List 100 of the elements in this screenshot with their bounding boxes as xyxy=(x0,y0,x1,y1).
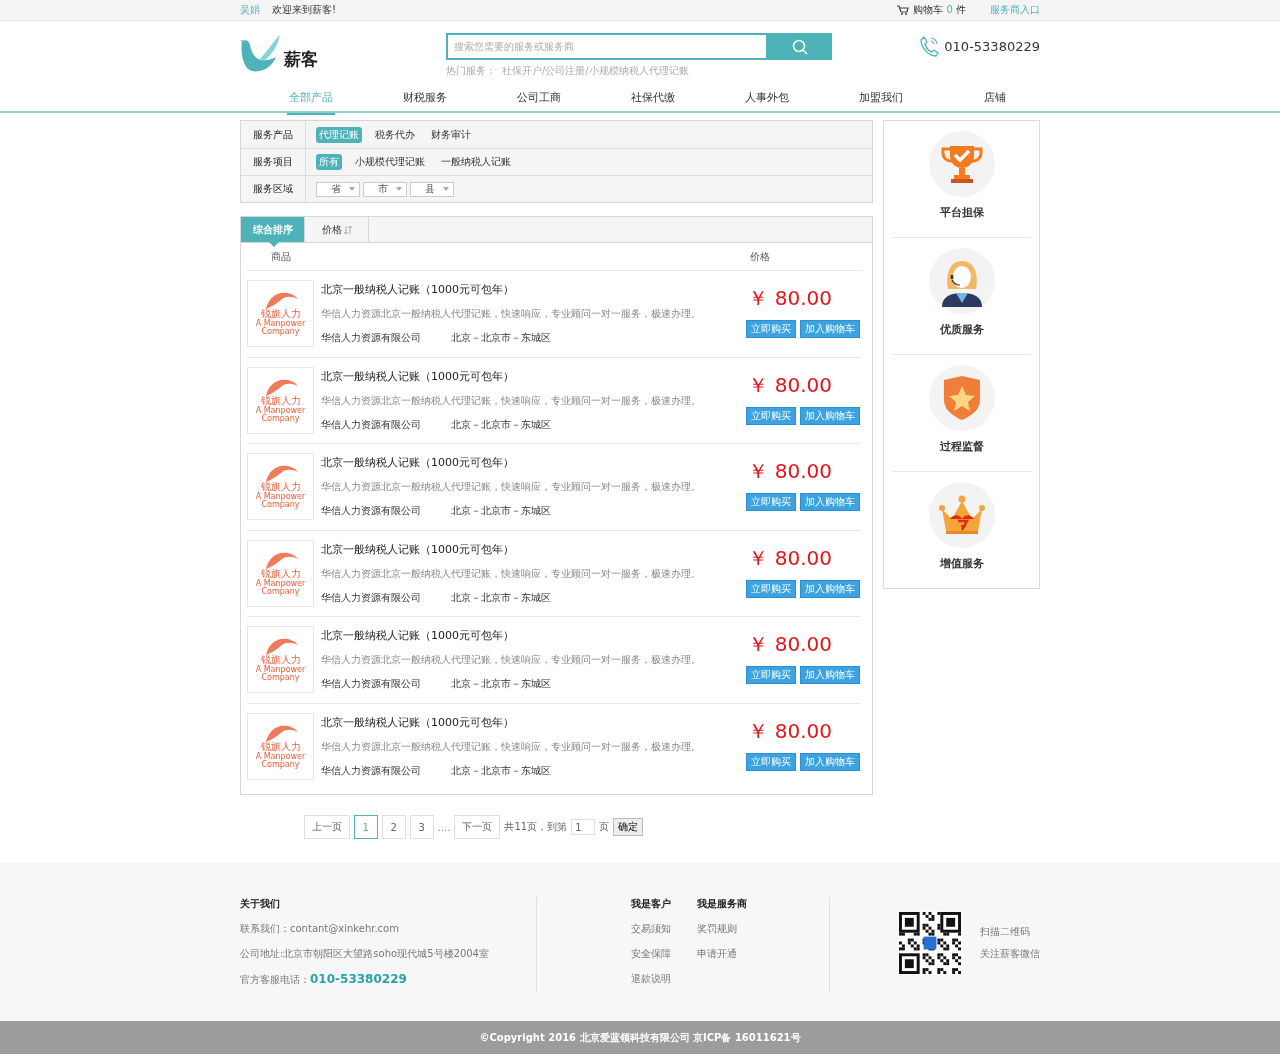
footer-phone: 官方客服电话：010-53380229 xyxy=(240,972,408,987)
add-to-cart-button[interactable]: 加入购物车 xyxy=(800,666,860,685)
feature-label: 优质服务 xyxy=(939,322,984,337)
product-price: ￥ 80.00 xyxy=(748,285,832,313)
product-location: 北京－北京市－东城区 xyxy=(451,764,551,779)
buy-now-button[interactable]: 立即购买 xyxy=(746,493,796,512)
logo-tagline: A Manpower Company xyxy=(254,320,307,337)
company-name: 华信人力资源有限公司 xyxy=(321,331,421,346)
phone-icon xyxy=(920,35,941,57)
footer-address: 公司地址:北京市朝阳区大望路soho现代城5号楼2004室 xyxy=(240,947,490,961)
sort-arrows-icon xyxy=(343,225,352,234)
filter-option[interactable]: 所有 xyxy=(316,154,342,170)
filter-option[interactable]: 一般纳税人记账 xyxy=(438,154,514,170)
search-icon xyxy=(792,38,808,55)
swoosh-icon xyxy=(263,464,298,483)
prev-page-button[interactable]: 上一页 xyxy=(303,815,350,839)
product-description: 华信人力资源北京一般纳税人代理记账，快速响应，专业顾问一对一服务，极速办理。 xyxy=(321,480,702,495)
logo-text: 薪客 xyxy=(284,48,318,71)
company-name: 华信人力资源有限公司 xyxy=(321,504,421,519)
next-page-button[interactable]: 下一页 xyxy=(454,815,501,839)
buy-now-button[interactable]: 立即购买 xyxy=(746,666,796,685)
region-select[interactable]: 县 xyxy=(410,181,454,197)
product-title: 北京一般纳税人记账（1000元可包年） xyxy=(321,282,515,298)
swoosh-icon xyxy=(263,377,298,396)
page-input[interactable]: 1 xyxy=(571,819,596,835)
region-select[interactable]: 省 xyxy=(316,181,360,197)
page-button[interactable]: 2 xyxy=(381,815,406,839)
buy-now-button[interactable]: 立即购买 xyxy=(746,320,796,339)
footer-link[interactable]: 申请开通 xyxy=(697,947,829,961)
product-description: 华信人力资源北京一般纳税人代理记账，快速响应，专业顾问一对一服务，极速办理。 xyxy=(321,740,702,755)
swoosh-icon xyxy=(263,291,298,310)
search-button[interactable] xyxy=(768,33,832,60)
hot-service-links[interactable]: 社保开户/公司注册/小规模纳税人代理记账 xyxy=(502,64,689,78)
product-price: ￥ 80.00 xyxy=(748,544,832,572)
footer-link[interactable]: 退款说明 xyxy=(631,972,698,986)
product-description: 华信人力资源北京一般纳税人代理记账，快速响应，专业顾问一对一服务，极速办理。 xyxy=(321,307,702,322)
nav-item[interactable]: 全部产品 xyxy=(287,81,335,115)
page-unit-text: 页 xyxy=(599,820,610,834)
add-to-cart-button[interactable]: 加入购物车 xyxy=(800,579,860,598)
product-title: 北京一般纳税人记账（1000元可包年） xyxy=(321,368,515,384)
nav-item[interactable]: 人事外包 xyxy=(743,81,791,115)
logo-tagline: A Manpower Company xyxy=(254,406,307,423)
filter-option[interactable]: 代理记账 xyxy=(316,126,362,143)
swoosh-icon xyxy=(263,724,298,743)
nav-item[interactable]: 加盟我们 xyxy=(857,81,905,115)
buy-now-button[interactable]: 立即购买 xyxy=(746,579,796,598)
nav-item[interactable]: 店铺 xyxy=(982,81,1008,115)
nav-item[interactable]: 财税服务 xyxy=(401,81,449,115)
company-name: 华信人力资源有限公司 xyxy=(321,590,421,605)
feature-label: 过程监督 xyxy=(939,439,984,454)
swoosh-icon xyxy=(263,637,298,656)
nav-item[interactable]: 社保代缴 xyxy=(629,81,677,115)
page-button[interactable]: 3 xyxy=(409,815,434,839)
cart-icon xyxy=(897,5,910,15)
swoosh-icon xyxy=(263,550,298,569)
product-location: 北京－北京市－东城区 xyxy=(451,590,551,605)
footer-email: 联系我们：contant@xinkehr.com xyxy=(240,922,400,936)
filter-option[interactable]: 财务审计 xyxy=(428,126,474,143)
nav-item[interactable]: 公司工商 xyxy=(515,81,563,115)
product-price: ￥ 80.00 xyxy=(748,371,832,399)
user-link[interactable]: 吴娟 xyxy=(240,3,260,17)
add-to-cart-button[interactable]: 加入购物车 xyxy=(800,406,860,425)
page-button[interactable]: 1 xyxy=(353,815,378,839)
search-field[interactable]: 搜索您需要的服务或服务商 xyxy=(446,33,768,60)
product-price: ￥ 80.00 xyxy=(748,458,832,486)
product-location: 北京－北京市－东城区 xyxy=(451,504,551,519)
provider-link[interactable]: 服务商入口 xyxy=(990,3,1040,17)
filter-option[interactable]: 小规模代理记账 xyxy=(352,154,428,170)
footer-link[interactable]: 奖罚规则 xyxy=(697,922,829,936)
add-to-cart-button[interactable]: 加入购物车 xyxy=(800,320,860,339)
phone-number: 010-53380229 xyxy=(944,38,1040,54)
buy-now-button[interactable]: 立即购买 xyxy=(746,753,796,772)
product-title: 北京一般纳税人记账（1000元可包年） xyxy=(321,628,515,644)
bird-logo-icon xyxy=(240,33,282,73)
qr-code-icon xyxy=(898,911,962,975)
product-title: 北京一般纳税人记账（1000元可包年） xyxy=(321,715,515,731)
product-price: ￥ 80.00 xyxy=(748,718,832,746)
add-to-cart-button[interactable]: 加入购物车 xyxy=(800,493,860,512)
filter-option[interactable]: 税务代办 xyxy=(372,126,418,143)
logo-name: 锐旗人力 xyxy=(260,309,301,320)
feature-label: 增值服务 xyxy=(939,556,984,571)
logo-name: 锐旗人力 xyxy=(260,655,301,666)
qr-caption: 扫描二维码 xyxy=(980,925,1031,939)
filter-label: 服务产品 xyxy=(241,121,306,148)
dropdown-caret-icon xyxy=(443,187,449,191)
buy-now-button[interactable]: 立即购买 xyxy=(746,406,796,425)
sort-tab[interactable]: 价格 xyxy=(305,217,369,242)
logo-tagline: A Manpower Company xyxy=(254,666,307,683)
confirm-button[interactable]: 确定 xyxy=(613,818,644,836)
dropdown-caret-icon xyxy=(349,187,355,191)
add-to-cart-button[interactable]: 加入购物车 xyxy=(800,753,860,772)
footer-link[interactable]: 安全保障 xyxy=(631,947,698,961)
footer-heading: 我是服务商 xyxy=(697,897,749,911)
footer-link[interactable]: 交易须知 xyxy=(631,922,698,936)
region-select[interactable]: 市 xyxy=(363,181,407,197)
logo-tagline: A Manpower Company xyxy=(254,753,307,770)
feature-label: 平台担保 xyxy=(939,205,984,220)
footer-heading: 关于我们 xyxy=(240,897,281,911)
dropdown-caret-icon xyxy=(396,187,402,191)
product-description: 华信人力资源北京一般纳税人代理记账，快速响应，专业顾问一对一服务，极速办理。 xyxy=(321,393,702,408)
